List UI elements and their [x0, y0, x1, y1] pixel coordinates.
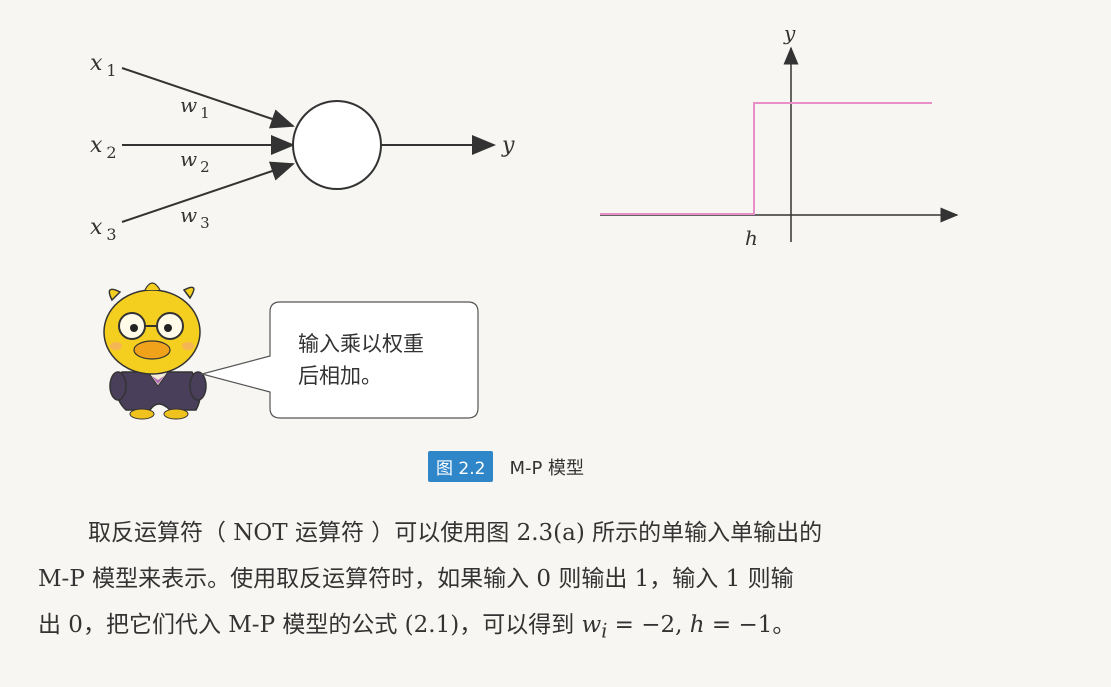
- paragraph-line-1: 取反运算符（ NOT 运算符 ）可以使用图 2.3(a) 所示的单输入单输出的: [88, 520, 823, 546]
- input-label-3: x3: [90, 215, 117, 244]
- output-label: y: [501, 133, 515, 158]
- figure-caption: 图 2.2 M-P 模型: [428, 451, 584, 482]
- neuron-node: [292, 100, 382, 190]
- step-function-graph: y h: [600, 21, 959, 250]
- speech-bubble-text: 输入乘以权重 后相加。: [298, 328, 468, 392]
- formula-h: h: [689, 612, 705, 638]
- bubble-line-2: 后相加。: [298, 364, 382, 388]
- paragraph-line-3: 出 0，把它们代入 M-P 模型的公式 (2.1)，可以得到 wi = −2, …: [38, 612, 796, 643]
- formula-w: w: [581, 612, 602, 638]
- input-label-1: x1: [90, 51, 117, 80]
- weight-label-3: w3: [180, 203, 210, 232]
- figure-area: x1 x2 x3 w1 w2 w3 y y h: [90, 21, 959, 420]
- figure-number-badge: 图 2.2: [428, 451, 494, 482]
- step-curve: [600, 102, 932, 215]
- figure-title: M-P 模型: [509, 457, 585, 479]
- paragraph-line-2: M-P 模型来表示。使用取反运算符时，如果输入 0 则输出 1，输入 1 则输: [38, 566, 794, 592]
- y-axis-label: y: [783, 21, 796, 45]
- neuron-diagram: x1 x2 x3 w1 w2 w3 y: [90, 51, 515, 244]
- weight-label-1: w1: [180, 93, 210, 122]
- mascot-illustration: [103, 282, 207, 420]
- input-label-2: x2: [90, 133, 117, 162]
- bubble-line-1: 输入乘以权重: [298, 332, 424, 356]
- body-paragraph: 取反运算符（ NOT 运算符 ）可以使用图 2.3(a) 所示的单输入单输出的 …: [38, 510, 1058, 655]
- weight-label-2: w2: [180, 147, 210, 176]
- threshold-label: h: [745, 226, 758, 250]
